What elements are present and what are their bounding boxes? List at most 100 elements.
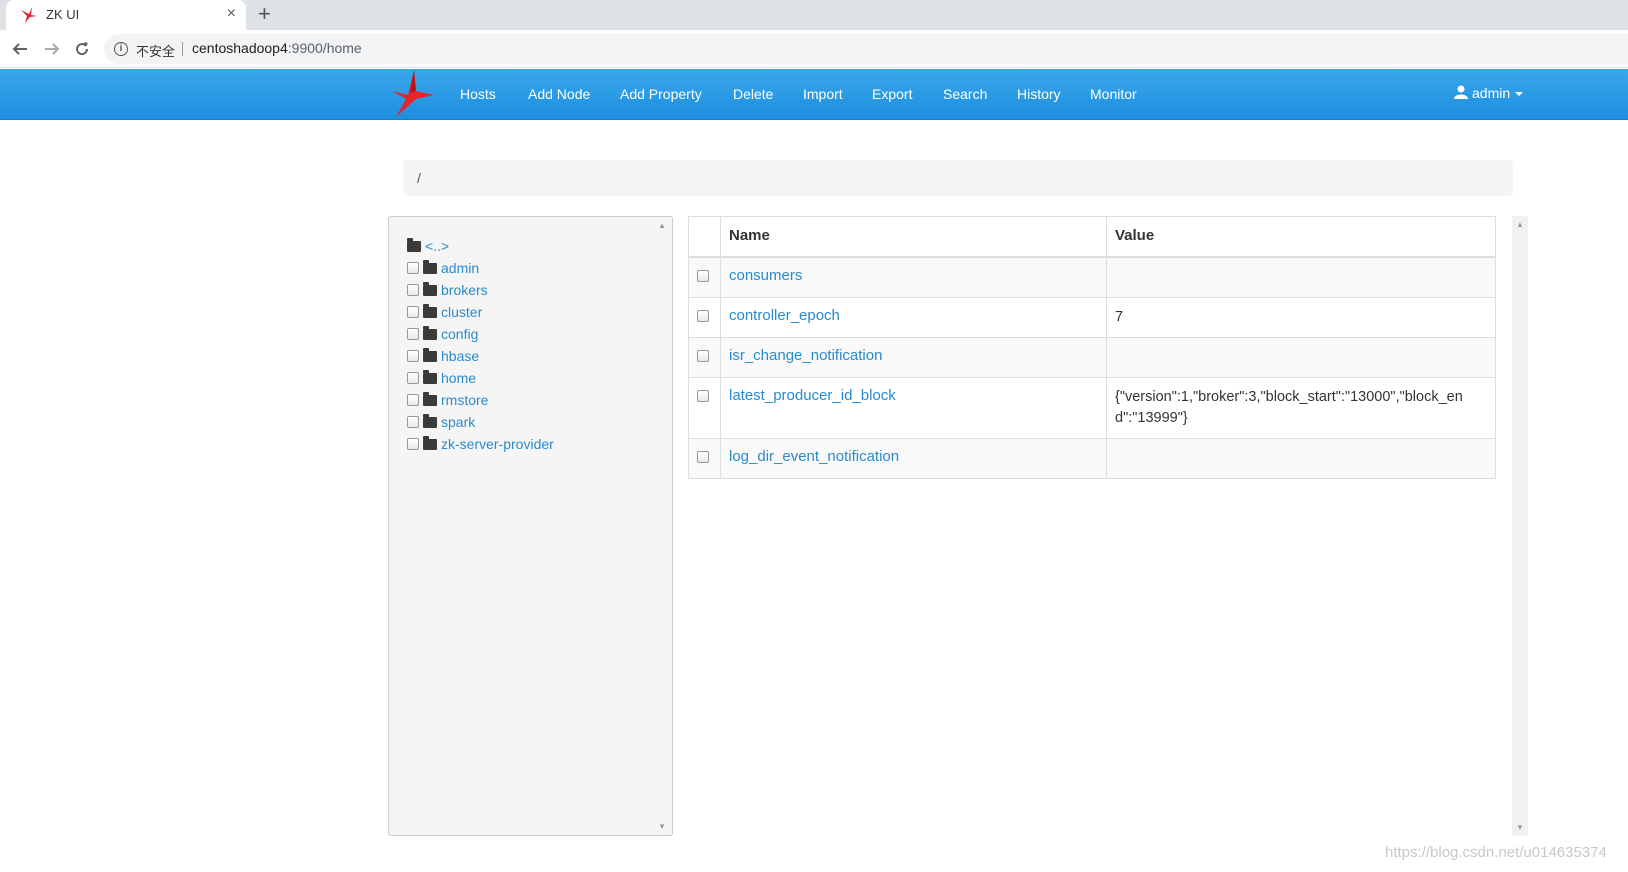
info-icon[interactable]: i bbox=[114, 42, 128, 56]
tree-node-link[interactable]: zk-server-provider bbox=[441, 436, 554, 452]
table-header-row: Name Value bbox=[688, 216, 1496, 258]
url-host: centoshadoop4 bbox=[192, 40, 288, 56]
tree-node-checkbox[interactable] bbox=[407, 328, 419, 340]
row-checkbox-cell bbox=[688, 296, 721, 338]
tree-node-link[interactable]: hbase bbox=[441, 348, 479, 364]
row-name-cell: latest_producer_id_block bbox=[720, 376, 1107, 439]
row-value-cell: 7 bbox=[1106, 296, 1496, 338]
tree-node-link[interactable]: brokers bbox=[441, 282, 488, 298]
tree-node-link[interactable]: config bbox=[441, 326, 478, 342]
folder-icon bbox=[423, 436, 437, 450]
tree-node-checkbox[interactable] bbox=[407, 416, 419, 428]
app-navbar: Hosts Add Node Add Property Delete Impor… bbox=[0, 69, 1628, 120]
nav-import[interactable]: Import bbox=[803, 86, 843, 102]
row-checkbox[interactable] bbox=[697, 349, 709, 362]
tree-node-checkbox[interactable] bbox=[407, 262, 419, 274]
nav-monitor[interactable]: Monitor bbox=[1090, 86, 1137, 102]
row-checkbox[interactable] bbox=[697, 309, 709, 322]
column-header-value: Value bbox=[1106, 216, 1496, 258]
row-checkbox[interactable] bbox=[697, 389, 709, 402]
new-tab-button[interactable]: + bbox=[258, 2, 271, 26]
folder-icon bbox=[423, 304, 437, 318]
browser-tab-strip: ZK UI × + bbox=[0, 0, 1628, 30]
user-icon bbox=[1454, 85, 1468, 99]
tree-parent-link[interactable]: <..> bbox=[425, 238, 449, 254]
folder-icon bbox=[423, 414, 437, 428]
folder-icon bbox=[423, 282, 437, 296]
tree-node-checkbox[interactable] bbox=[407, 284, 419, 296]
omnibox-divider bbox=[182, 42, 183, 56]
reload-icon[interactable] bbox=[70, 37, 94, 61]
browser-tab[interactable]: ZK UI × bbox=[6, 0, 246, 30]
row-name-link[interactable]: log_dir_event_notification bbox=[729, 448, 899, 465]
nav-history[interactable]: History bbox=[1017, 86, 1061, 102]
chevron-down-icon bbox=[1515, 92, 1524, 96]
user-name: admin bbox=[1472, 85, 1511, 101]
scroll-down-arrow-icon[interactable]: ▼ bbox=[1516, 823, 1524, 832]
row-checkbox[interactable] bbox=[697, 269, 709, 282]
row-name-cell: isr_change_notification bbox=[720, 336, 1107, 378]
watermark: https://blog.csdn.net/u014635374 bbox=[1385, 844, 1607, 861]
tree-node-checkbox[interactable] bbox=[407, 306, 419, 318]
header-checkbox-cell bbox=[688, 216, 721, 258]
row-name-link[interactable]: latest_producer_id_block bbox=[729, 387, 896, 404]
folder-icon bbox=[423, 326, 437, 340]
address-bar[interactable]: i 不安全 centoshadoop4:9900/home bbox=[104, 34, 1628, 64]
node-tree-panel[interactable]: ▲ <..> admin brokers cluster config hbas… bbox=[388, 216, 673, 836]
tree-node-row: hbase bbox=[407, 345, 554, 367]
row-checkbox-cell bbox=[688, 437, 721, 479]
tree-node-link[interactable]: admin bbox=[441, 260, 479, 276]
folder-icon bbox=[423, 370, 437, 384]
nav-search[interactable]: Search bbox=[943, 86, 987, 102]
nav-add-node[interactable]: Add Node bbox=[528, 86, 590, 102]
scroll-up-arrow-icon[interactable]: ▲ bbox=[1516, 220, 1524, 229]
nav-delete[interactable]: Delete bbox=[733, 86, 773, 102]
forward-arrow-icon[interactable] bbox=[40, 37, 64, 61]
user-menu[interactable]: admin bbox=[1454, 85, 1524, 101]
zk-bird-logo-icon[interactable] bbox=[390, 69, 436, 119]
tree-node-row: zk-server-provider bbox=[407, 433, 554, 455]
row-name-link[interactable]: consumers bbox=[729, 267, 802, 284]
tree-node-link[interactable]: spark bbox=[441, 414, 475, 430]
table-row: latest_producer_id_block {"version":1,"b… bbox=[688, 376, 1496, 439]
tree-node-row: spark bbox=[407, 411, 554, 433]
property-table: Name Value consumers controller_epoch 7 … bbox=[688, 216, 1496, 479]
tree-node-link[interactable]: rmstore bbox=[441, 392, 488, 408]
row-checkbox-cell bbox=[688, 376, 721, 439]
table-row: log_dir_event_notification bbox=[688, 437, 1496, 479]
row-name-link[interactable]: isr_change_notification bbox=[729, 347, 882, 364]
row-value-cell bbox=[1106, 336, 1496, 378]
row-value-cell bbox=[1106, 437, 1496, 479]
tree-node-checkbox[interactable] bbox=[407, 394, 419, 406]
page-scrollbar[interactable]: ▲ ▼ bbox=[1512, 216, 1528, 836]
browser-toolbar: i 不安全 centoshadoop4:9900/home bbox=[0, 30, 1628, 68]
row-checkbox[interactable] bbox=[697, 450, 709, 463]
node-tree: <..> admin brokers cluster config hbase … bbox=[407, 235, 554, 455]
nav-add-property[interactable]: Add Property bbox=[620, 86, 702, 102]
tab-title: ZK UI bbox=[46, 7, 80, 22]
row-value-cell: {"version":1,"broker":3,"block_start":"1… bbox=[1106, 376, 1496, 439]
zk-bird-favicon-icon bbox=[21, 7, 37, 23]
tree-node-row: brokers bbox=[407, 279, 554, 301]
tab-close-icon[interactable]: × bbox=[227, 5, 236, 23]
scroll-up-arrow-icon[interactable]: ▲ bbox=[658, 221, 666, 230]
tree-node-link[interactable]: cluster bbox=[441, 304, 482, 320]
tree-node-checkbox[interactable] bbox=[407, 372, 419, 384]
table-row: consumers bbox=[688, 256, 1496, 298]
tree-node-link[interactable]: home bbox=[441, 370, 476, 386]
nav-export[interactable]: Export bbox=[872, 86, 912, 102]
security-label[interactable]: 不安全 bbox=[136, 41, 175, 60]
nav-hosts[interactable]: Hosts bbox=[460, 86, 496, 102]
tree-node-checkbox[interactable] bbox=[407, 438, 419, 450]
back-arrow-icon[interactable] bbox=[8, 37, 32, 61]
row-name-link[interactable]: controller_epoch bbox=[729, 307, 840, 324]
tree-node-row: config bbox=[407, 323, 554, 345]
scroll-down-arrow-icon[interactable]: ▼ bbox=[658, 822, 666, 831]
url-text[interactable]: centoshadoop4:9900/home bbox=[192, 40, 362, 56]
row-value: 7 bbox=[1115, 308, 1124, 325]
tree-node-checkbox[interactable] bbox=[407, 350, 419, 362]
column-header-name: Name bbox=[720, 216, 1107, 258]
tree-node-row: admin bbox=[407, 257, 554, 279]
row-value-cell bbox=[1106, 256, 1496, 298]
folder-icon bbox=[423, 348, 437, 362]
